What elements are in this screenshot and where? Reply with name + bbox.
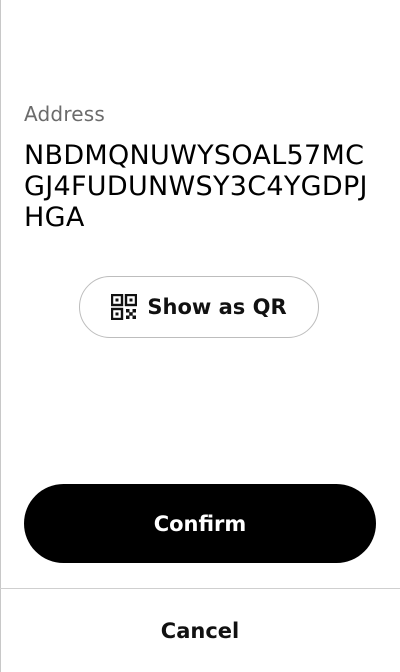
confirm-button[interactable]: Confirm xyxy=(24,484,376,563)
cancel-label: Cancel xyxy=(160,618,240,643)
cancel-button[interactable]: Cancel xyxy=(0,589,400,672)
address-label: Address xyxy=(24,102,106,126)
show-as-qr-label: Show as QR xyxy=(147,295,287,319)
panel-left-border xyxy=(0,0,1,672)
show-as-qr-button[interactable]: Show as QR xyxy=(79,276,319,338)
confirm-label: Confirm xyxy=(153,511,247,536)
qr-code-icon xyxy=(111,293,138,321)
address-value: NBDMQNUWYSOAL57MCGJ4FUDUNWSY3C4YGDPJHGA xyxy=(24,140,368,233)
